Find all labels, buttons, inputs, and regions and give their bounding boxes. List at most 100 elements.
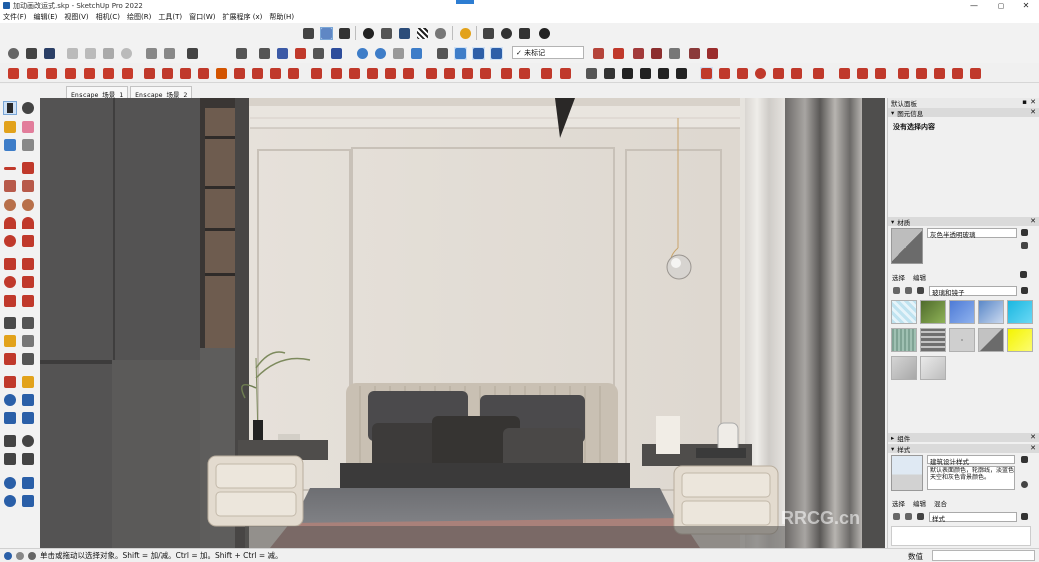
view-front-icon[interactable] (472, 47, 485, 60)
plugin-cube-c-icon[interactable] (897, 67, 910, 80)
pan-icon[interactable] (21, 375, 35, 389)
materials-header[interactable]: ▾ 材质 ✕ (888, 217, 1039, 227)
plugin-dome-icon[interactable] (384, 67, 397, 80)
style-e-icon[interactable] (668, 47, 681, 60)
style-g-icon[interactable] (706, 47, 719, 60)
push-pull-icon[interactable] (21, 257, 35, 271)
styles-close-icon[interactable]: ✕ (1030, 444, 1036, 452)
copy-icon[interactable] (84, 47, 97, 60)
plugin-arch-icon[interactable] (366, 67, 379, 80)
style-update-icon[interactable] (1020, 480, 1029, 489)
rotated-rect-icon[interactable] (21, 179, 35, 193)
material-create-icon[interactable] (1020, 228, 1029, 237)
user-icon[interactable] (538, 27, 551, 40)
freehand-icon[interactable] (21, 161, 35, 175)
plugin-house-b-icon[interactable] (603, 67, 616, 80)
plugin-tag-icon[interactable] (790, 67, 803, 80)
plugin-box-a-icon[interactable] (215, 67, 228, 80)
zoom-window-icon[interactable] (21, 393, 35, 407)
menu-camera[interactable]: 相机(C) (96, 12, 120, 22)
select-icon[interactable] (3, 101, 17, 115)
minimize-button[interactable]: — (961, 0, 987, 11)
solid-trim-icon[interactable] (410, 47, 423, 60)
styles-tab-mix[interactable]: 混合 (934, 498, 947, 508)
plugin-s-icon[interactable] (772, 67, 785, 80)
plugin-door-icon[interactable] (26, 67, 39, 80)
menu-edit[interactable]: 编辑(E) (34, 12, 58, 22)
zoom-extents-icon[interactable] (3, 411, 17, 425)
materials-tab-select[interactable]: 选择 (892, 272, 905, 282)
plugin-house-c-icon[interactable] (621, 67, 634, 80)
sandbox-b-icon[interactable] (21, 476, 35, 490)
menu-extensions[interactable]: 扩展程序 (x) (222, 12, 262, 22)
material-swatch-12[interactable] (920, 356, 946, 380)
plugin-panel-icon[interactable] (461, 67, 474, 80)
plugin-check-a-icon[interactable] (143, 67, 156, 80)
plugin-check-c-icon[interactable] (179, 67, 192, 80)
entity-info-header[interactable]: ▾ 图元信息 ✕ (888, 108, 1039, 118)
plugin-roof-icon[interactable] (348, 67, 361, 80)
plugin-cube-g-icon[interactable] (969, 67, 982, 80)
checker-icon[interactable] (416, 27, 429, 40)
credit-icon[interactable] (16, 551, 24, 560)
forward-icon[interactable] (904, 286, 913, 295)
styles-home-icon[interactable] (916, 512, 925, 521)
extension-icon[interactable] (380, 27, 393, 40)
component-c-icon[interactable] (276, 47, 289, 60)
print-icon[interactable] (186, 47, 199, 60)
position-camera-icon[interactable] (3, 434, 17, 448)
solid-union-icon[interactable] (374, 47, 387, 60)
sandbox-a-icon[interactable] (3, 476, 17, 490)
tag-tool-icon[interactable] (21, 138, 35, 152)
styles-header[interactable]: ▾ 样式 ✕ (888, 444, 1039, 454)
zoom-icon[interactable] (3, 393, 17, 407)
cut-icon[interactable] (66, 47, 79, 60)
delete-icon[interactable] (120, 47, 133, 60)
view-top-icon[interactable] (454, 47, 467, 60)
component-d-icon[interactable] (294, 47, 307, 60)
menu-file[interactable]: 文件(F) (3, 12, 27, 22)
style-b-icon[interactable] (612, 47, 625, 60)
plugin-stair-icon[interactable] (121, 67, 134, 80)
plugin-cube-f-icon[interactable] (951, 67, 964, 80)
cart-icon[interactable] (518, 27, 531, 40)
axes-icon[interactable] (3, 352, 17, 366)
style-f-icon[interactable] (688, 47, 701, 60)
styles-forward-icon[interactable] (904, 512, 913, 521)
plugin-gear-icon[interactable] (754, 67, 767, 80)
style-create-icon[interactable] (1020, 455, 1029, 464)
plugin-cube-a-icon[interactable] (718, 67, 731, 80)
move-icon[interactable] (3, 257, 17, 271)
arc-icon[interactable] (3, 216, 17, 230)
3d-text-icon[interactable] (21, 352, 35, 366)
plugin-magnet-icon[interactable] (812, 67, 825, 80)
plugin-su-active-icon[interactable] (700, 67, 713, 80)
model-viewport[interactable]: RRCG.cn (40, 98, 885, 548)
component-f-icon[interactable] (330, 47, 343, 60)
arc-3pt-icon[interactable] (3, 234, 17, 248)
plugin-camera-icon[interactable] (479, 67, 492, 80)
redo-icon[interactable] (163, 47, 176, 60)
components-header[interactable]: ▸ 组件 ✕ (888, 433, 1039, 443)
tray-close-icon[interactable]: ✕ (1030, 98, 1036, 106)
maximize-button[interactable]: ▢ (988, 0, 1014, 11)
styles-tab-select[interactable]: 选择 (892, 498, 905, 508)
solid-tools-icon[interactable] (356, 47, 369, 60)
measurements-input[interactable] (932, 550, 1035, 561)
style-a-icon[interactable] (592, 47, 605, 60)
view-iso-icon[interactable] (436, 47, 449, 60)
plugin-split-icon[interactable] (518, 67, 531, 80)
style-d-icon[interactable] (650, 47, 663, 60)
section-display-icon[interactable] (21, 452, 35, 466)
material-sample-icon[interactable] (1020, 241, 1029, 250)
menu-window[interactable]: 窗口(W) (189, 12, 215, 22)
close-button[interactable]: ✕ (1013, 0, 1039, 11)
components-close-icon[interactable]: ✕ (1030, 433, 1036, 441)
plugin-eraser-icon[interactable] (540, 67, 553, 80)
arc-2pt-icon[interactable] (21, 216, 35, 230)
plugin-house-e-icon[interactable] (657, 67, 670, 80)
plugin-fence-icon[interactable] (83, 67, 96, 80)
protractor-icon[interactable] (3, 334, 17, 348)
style-name[interactable]: 建筑设计样式 (927, 455, 1015, 466)
solid-subtract-icon[interactable] (392, 47, 405, 60)
